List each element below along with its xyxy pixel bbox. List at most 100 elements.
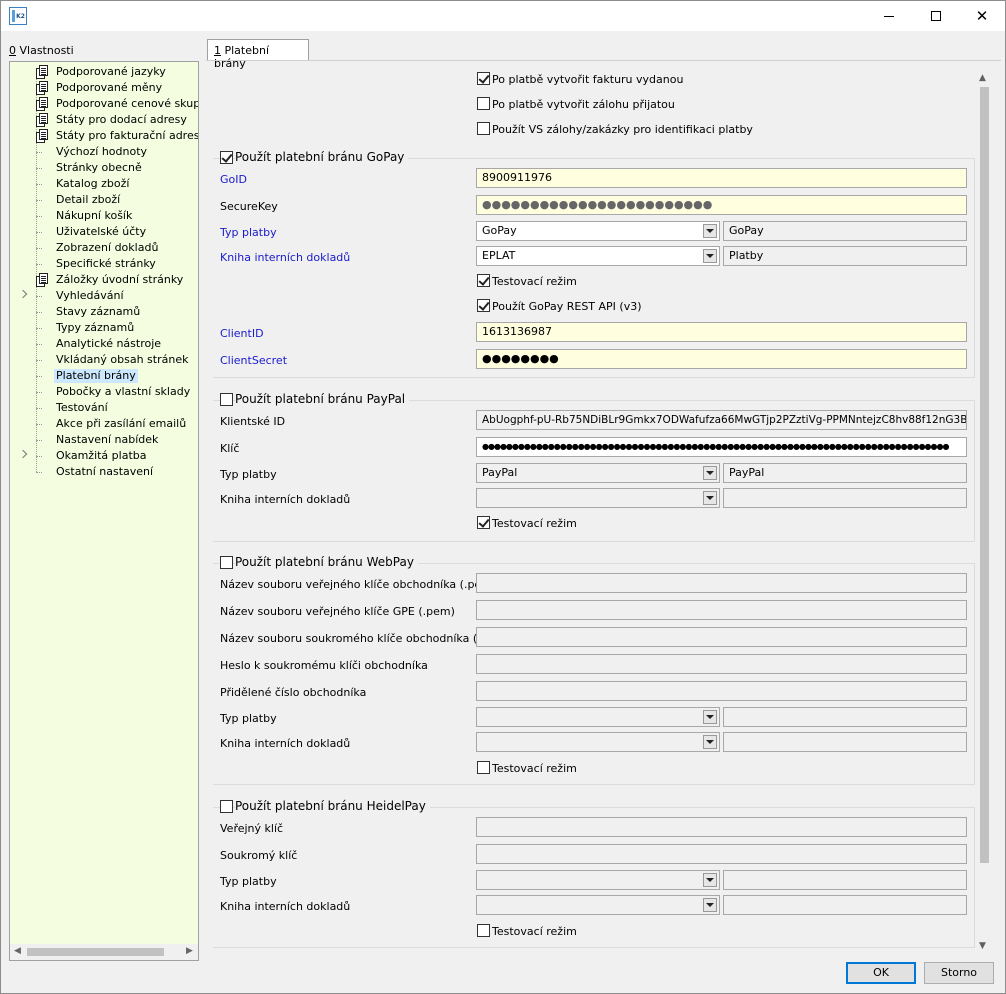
tree-item[interactable]: Podporované jazyky [10, 64, 198, 80]
minimize-icon[interactable] [866, 1, 912, 31]
tree-item[interactable]: Záložky úvodní stránky [10, 272, 198, 288]
chevron-down-icon[interactable] [703, 491, 717, 505]
webpay-pub-key-input[interactable] [476, 573, 967, 593]
chevron-down-icon[interactable] [703, 735, 717, 749]
chevron-right-icon[interactable] [18, 289, 28, 299]
webpay-pwd-input[interactable] [476, 654, 967, 674]
gopay-rest-checkbox[interactable] [477, 299, 490, 312]
tree-item[interactable]: Ostatní nastavení [10, 464, 198, 480]
tree-item-label: Podporované měny [56, 81, 163, 94]
create-invoice-checkbox[interactable] [477, 72, 490, 85]
ok-button[interactable]: OK [846, 962, 916, 984]
tree-item[interactable]: Vkládaný obsah stránek [10, 352, 198, 368]
tree-item[interactable]: Stránky obecně [10, 160, 198, 176]
paypal-test-checkbox[interactable] [477, 516, 490, 529]
close-icon[interactable]: ✕ [959, 1, 1005, 31]
webpay-gpe-key-input[interactable] [476, 600, 967, 620]
tree-item[interactable]: Testování [10, 400, 198, 416]
paypal-enable-checkbox[interactable] [220, 393, 233, 406]
maximize-icon[interactable] [913, 1, 959, 31]
properties-tree[interactable]: ◀ ▶ Podporované jazyky Podporované měny Po… [9, 61, 199, 961]
clientid-input[interactable]: 1613136987 [476, 322, 967, 342]
tree-connector [36, 328, 42, 329]
webpay-test-checkbox[interactable] [477, 761, 490, 774]
tree-connector [36, 168, 42, 169]
tree-item[interactable]: Podporované cenové skupiny [10, 96, 198, 112]
tree-item[interactable]: Výchozí hodnoty [10, 144, 198, 160]
chevron-down-icon[interactable] [703, 224, 717, 238]
chevron-down-icon[interactable] [703, 898, 717, 912]
tree-item[interactable]: Pobočky a vlastní sklady [10, 384, 198, 400]
webpay-merchant-input[interactable] [476, 681, 967, 701]
webpay-priv-key-input[interactable] [476, 627, 967, 647]
tree-horizontal-scrollbar[interactable]: ◀ ▶ [10, 944, 198, 960]
tree-item-label: Katalog zboží [56, 177, 130, 190]
gopay-enable-checkbox[interactable] [220, 151, 233, 164]
heidelpay-kniha-select[interactable] [476, 895, 720, 915]
gopay-typ-platby-value: GoPay [482, 224, 517, 237]
tree-connector [36, 312, 42, 313]
heidelpay-test-label: Testovací režim [492, 925, 577, 938]
tree-item-label: Nastavení nabídek [56, 433, 159, 446]
heidelpay-priv-key-input[interactable] [476, 844, 967, 864]
tree-item[interactable]: Vyhledávání [10, 288, 198, 304]
heidelpay-test-checkbox[interactable] [477, 924, 490, 937]
chevron-right-icon[interactable] [18, 449, 28, 459]
heidelpay-enable-checkbox[interactable] [220, 800, 233, 813]
tree-item[interactable]: Nastavení nabídek [10, 432, 198, 448]
tree-connector [36, 264, 42, 265]
scroll-thumb[interactable] [980, 87, 989, 863]
chevron-down-icon[interactable] [703, 249, 717, 263]
scroll-up-icon[interactable]: ▲ [979, 73, 986, 83]
use-vs-label: Použít VS zálohy/zakázky pro identifikac… [492, 123, 753, 136]
chevron-down-icon[interactable] [703, 873, 717, 887]
chevron-down-icon[interactable] [703, 466, 717, 480]
tree-item[interactable]: Katalog zboží [10, 176, 198, 192]
create-advance-checkbox[interactable] [477, 97, 490, 110]
webpay-kniha-select[interactable] [476, 732, 720, 752]
paypal-clientid-input[interactable]: AbUogphf-pU-Rb75NDiBLr9Gmkx7ODWafufza66M… [476, 410, 967, 430]
webpay-typ-platby-select[interactable] [476, 707, 720, 727]
tree-item[interactable]: Státy pro fakturační adresy [10, 128, 198, 144]
goid-input[interactable]: 8900911976 [476, 168, 967, 188]
tree-item-label: Stránky obecně [56, 161, 142, 174]
chevron-down-icon[interactable] [703, 710, 717, 724]
gopay-test-checkbox[interactable] [477, 274, 490, 287]
paypal-kniha-select[interactable] [476, 488, 720, 508]
tree-item[interactable]: Státy pro dodací adresy [10, 112, 198, 128]
tree-item[interactable]: Analytické nástroje [10, 336, 198, 352]
clientsecret-input[interactable]: ●●●●●●●● [476, 349, 967, 369]
tree-item[interactable]: Platební brány [10, 368, 198, 384]
tree-item[interactable]: Typy záznamů [10, 320, 198, 336]
scroll-thumb[interactable] [27, 948, 164, 956]
webpay-enable-checkbox[interactable] [220, 556, 233, 569]
tab-platebni-brany[interactable]: 1 Platební brány [207, 39, 309, 70]
scroll-down-icon[interactable]: ▼ [979, 941, 986, 951]
title-bar[interactable]: K2 ✕ [1, 1, 1005, 31]
gopay-kniha-value: EPLAT [482, 249, 516, 262]
tree-item-label: Podporované cenové skupiny [56, 97, 198, 110]
tree-item[interactable]: Nákupní košík [10, 208, 198, 224]
paypal-key-input[interactable]: ●●●●●●●●●●●●●●●●●●●●●●●●●●●●●●●●●●●●●●●●… [476, 437, 967, 457]
tree-item[interactable]: Akce při zasílání emailů [10, 416, 198, 432]
heidelpay-typ-platby-select[interactable] [476, 870, 720, 890]
gopay-kniha-select[interactable]: EPLAT [476, 246, 720, 266]
tree-item[interactable]: Detail zboží [10, 192, 198, 208]
cancel-button[interactable]: Storno [924, 962, 994, 984]
document-icon [36, 273, 49, 287]
use-vs-checkbox[interactable] [477, 122, 490, 135]
scroll-right-icon[interactable]: ▶ [186, 946, 193, 956]
tree-item[interactable]: Specifické stránky [10, 256, 198, 272]
tree-item[interactable]: Uživatelské účty [10, 224, 198, 240]
paypal-typ-platby-select[interactable]: PayPal [476, 463, 720, 483]
content-vertical-scrollbar[interactable]: ▲ ▼ [976, 69, 993, 955]
tree-item[interactable]: Stavy záznamů [10, 304, 198, 320]
tree-connector [36, 408, 42, 409]
scroll-left-icon[interactable]: ◀ [14, 946, 21, 956]
tree-item[interactable]: Podporované měny [10, 80, 198, 96]
tree-item[interactable]: Zobrazení dokladů [10, 240, 198, 256]
securekey-input[interactable]: ●●●●●●●●●●●●●●●●●●●●●●●● [476, 195, 967, 215]
tree-item[interactable]: Okamžitá platba [10, 448, 198, 464]
heidelpay-pub-key-input[interactable] [476, 817, 967, 837]
gopay-typ-platby-select[interactable]: GoPay [476, 221, 720, 241]
